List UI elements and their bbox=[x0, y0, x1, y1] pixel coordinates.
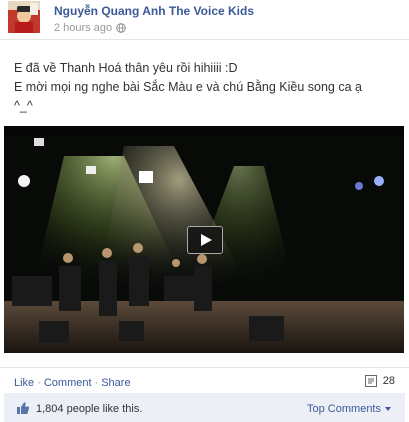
likes-count-text[interactable]: 1,804 people like this. bbox=[36, 403, 142, 415]
post-message-line: E đã về Thanh Hoá thân yêu rồi hihiiii :… bbox=[14, 61, 238, 75]
actions-divider bbox=[0, 367, 409, 368]
action-separator: · bbox=[37, 377, 41, 389]
like-link[interactable]: Like bbox=[14, 377, 34, 389]
shares-count: 28 bbox=[382, 375, 395, 387]
globe-icon[interactable] bbox=[116, 23, 126, 33]
chevron-down-icon bbox=[385, 407, 391, 411]
post-meta: 2 hours ago bbox=[54, 22, 126, 34]
post-message: E đã về Thanh Hoá thân yêu rồi hihiiii :… bbox=[14, 59, 399, 116]
action-separator: · bbox=[94, 377, 99, 389]
comment-sort-dropdown[interactable]: Top Comments bbox=[307, 403, 391, 415]
shares-icon bbox=[364, 375, 377, 387]
comment-link[interactable]: Comment bbox=[44, 377, 92, 389]
post-message-line: ^_^ bbox=[14, 99, 33, 113]
post-timestamp[interactable]: 2 hours ago bbox=[54, 22, 112, 34]
header-divider bbox=[0, 39, 409, 40]
post-message-line: E mời mọi ng nghe bài Sắc Màu e và chú B… bbox=[14, 80, 362, 94]
likes-summary-bar: 1,804 people like this. Top Comments bbox=[4, 393, 405, 422]
shares-count-link[interactable]: 28 bbox=[364, 375, 395, 387]
comment-sort-label: Top Comments bbox=[307, 403, 381, 415]
video-thumbnail[interactable] bbox=[4, 126, 404, 353]
facebook-post: Nguyễn Quang Anh The Voice Kids 2 hours … bbox=[0, 0, 409, 422]
post-actions: Like · Comment · Share bbox=[14, 377, 131, 389]
avatar-image bbox=[8, 1, 40, 33]
thumbs-up-icon bbox=[17, 402, 30, 414]
play-icon[interactable] bbox=[187, 226, 223, 254]
author-avatar[interactable] bbox=[8, 1, 40, 33]
author-name-link[interactable]: Nguyễn Quang Anh The Voice Kids bbox=[54, 4, 254, 18]
share-link[interactable]: Share bbox=[101, 377, 130, 389]
